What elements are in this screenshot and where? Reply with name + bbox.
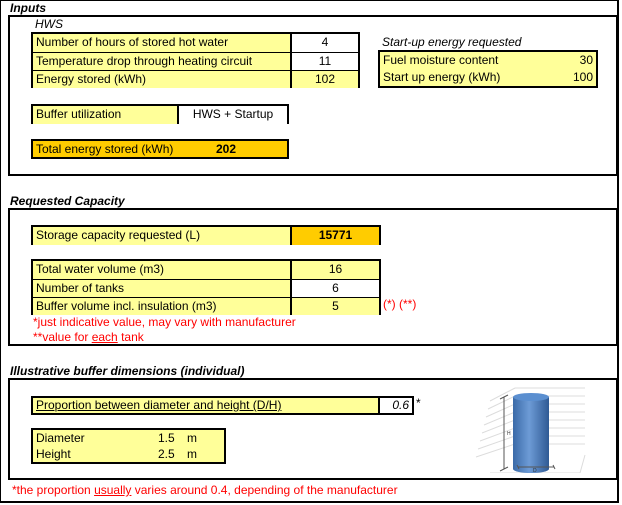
proportion-marker: * bbox=[416, 396, 421, 410]
diameter-value: 1.5 bbox=[158, 431, 175, 445]
height-value: 2.5 bbox=[158, 447, 175, 461]
temperature-drop-input[interactable]: 11 bbox=[290, 53, 358, 70]
total-water-volume-value: 16 bbox=[290, 261, 379, 279]
height-label: Height bbox=[36, 447, 71, 461]
volume-row-label: Number of tanks bbox=[33, 280, 290, 297]
per-tank-note-suffix: tank bbox=[117, 330, 144, 344]
diameter-unit: m bbox=[187, 431, 197, 445]
proportion-note-prefix: *the proportion bbox=[12, 483, 95, 497]
diameter-row: Diameter 1.5 m bbox=[33, 430, 224, 446]
startup-row-label: Start up energy (kWh) bbox=[383, 70, 501, 84]
buffer-utilization-select[interactable]: HWS + Startup bbox=[177, 106, 287, 124]
dimensions-section-title: Illustrative buffer dimensions (individu… bbox=[10, 364, 245, 378]
startup-row: Start up energy (kWh) 100 bbox=[380, 69, 596, 86]
startup-energy-value: 100 bbox=[572, 70, 593, 84]
tank-body bbox=[513, 397, 549, 473]
buffer-utilization-row: Buffer utilization HWS + Startup bbox=[33, 106, 287, 124]
storage-capacity-label: Storage capacity requested (L) bbox=[33, 227, 290, 245]
buffer-volume-value: 5 bbox=[290, 298, 379, 315]
proportion-label: Proportion between diameter and height (… bbox=[33, 398, 378, 413]
proportion-input[interactable]: 0.6 bbox=[378, 398, 412, 413]
proportion-note: *the proportion usually varies around 0.… bbox=[12, 483, 398, 497]
volume-row-label: Buffer volume incl. insulation (m3) bbox=[33, 298, 290, 315]
proportion-row: Proportion between diameter and height (… bbox=[33, 398, 412, 413]
hws-row: Temperature drop through heating circuit… bbox=[33, 52, 358, 70]
volume-table: Total water volume (m3) 16 Number of tan… bbox=[31, 259, 381, 315]
storage-capacity-value: 15771 bbox=[290, 227, 379, 245]
height-dim-label: H bbox=[507, 431, 511, 437]
dimension-table: Diameter 1.5 m Height 2.5 m bbox=[31, 428, 226, 464]
diameter-dim-label: D bbox=[533, 468, 537, 473]
footnote-marker: (*) (**) bbox=[383, 297, 417, 311]
storage-capacity-row: Storage capacity requested (L) 15771 bbox=[33, 227, 379, 245]
hws-row: Energy stored (kWh) 102 bbox=[33, 70, 358, 88]
indicative-note: *just indicative value, may vary with ma… bbox=[33, 315, 296, 329]
inputs-section-title: Inputs bbox=[10, 1, 46, 15]
startup-row: Fuel moisture content 30 bbox=[380, 52, 596, 69]
buffer-utilization-label: Buffer utilization bbox=[33, 106, 177, 124]
volume-row-label: Total water volume (m3) bbox=[33, 261, 290, 279]
capacity-section-title: Requested Capacity bbox=[10, 194, 125, 208]
height-unit: m bbox=[187, 447, 197, 461]
proportion-table: Proportion between diameter and height (… bbox=[31, 396, 414, 415]
total-energy-value: 202 bbox=[216, 142, 237, 156]
total-energy-table: Total energy stored (kWh) 202 bbox=[31, 139, 289, 159]
diameter-label: Diameter bbox=[36, 431, 85, 445]
number-of-tanks-input[interactable]: 6 bbox=[290, 280, 379, 297]
per-tank-note-prefix: **value for bbox=[33, 330, 92, 344]
hws-row-label: Energy stored (kWh) bbox=[33, 71, 290, 88]
volume-row: Total water volume (m3) 16 bbox=[33, 261, 379, 279]
energy-stored-value: 102 bbox=[290, 71, 358, 88]
startup-table: Fuel moisture content 30 Start up energy… bbox=[378, 50, 598, 88]
proportion-note-emphasis: usually bbox=[94, 483, 132, 497]
hws-row-label: Number of hours of stored hot water bbox=[33, 34, 290, 52]
total-energy-row: Total energy stored (kWh) 202 bbox=[33, 141, 287, 159]
startup-row-label: Fuel moisture content bbox=[383, 53, 499, 67]
volume-row: Buffer volume incl. insulation (m3) 5 bbox=[33, 297, 379, 315]
total-energy-label: Total energy stored (kWh) bbox=[36, 142, 174, 156]
volume-row: Number of tanks 6 bbox=[33, 279, 379, 297]
tank-top bbox=[513, 393, 549, 401]
startup-title: Start-up energy requested bbox=[382, 35, 522, 49]
hws-label: HWS bbox=[35, 17, 63, 31]
hours-stored-input[interactable]: 4 bbox=[290, 34, 358, 52]
hws-row: Number of hours of stored hot water 4 bbox=[33, 34, 358, 52]
hws-row-label: Temperature drop through heating circuit bbox=[33, 53, 290, 70]
per-tank-note-emphasis: each bbox=[91, 330, 118, 344]
height-row: Height 2.5 m bbox=[33, 446, 224, 462]
storage-capacity-table: Storage capacity requested (L) 15771 bbox=[31, 225, 381, 245]
fuel-moisture-input[interactable]: 30 bbox=[540, 52, 596, 69]
per-tank-note: **value for each tank bbox=[33, 330, 144, 344]
buffer-utilization-table: Buffer utilization HWS + Startup bbox=[31, 104, 289, 124]
hws-table: Number of hours of stored hot water 4 Te… bbox=[31, 32, 360, 88]
proportion-note-suffix: varies around 0.4, depending of the manu… bbox=[131, 483, 398, 497]
tank-illustration: H D bbox=[475, 387, 586, 473]
